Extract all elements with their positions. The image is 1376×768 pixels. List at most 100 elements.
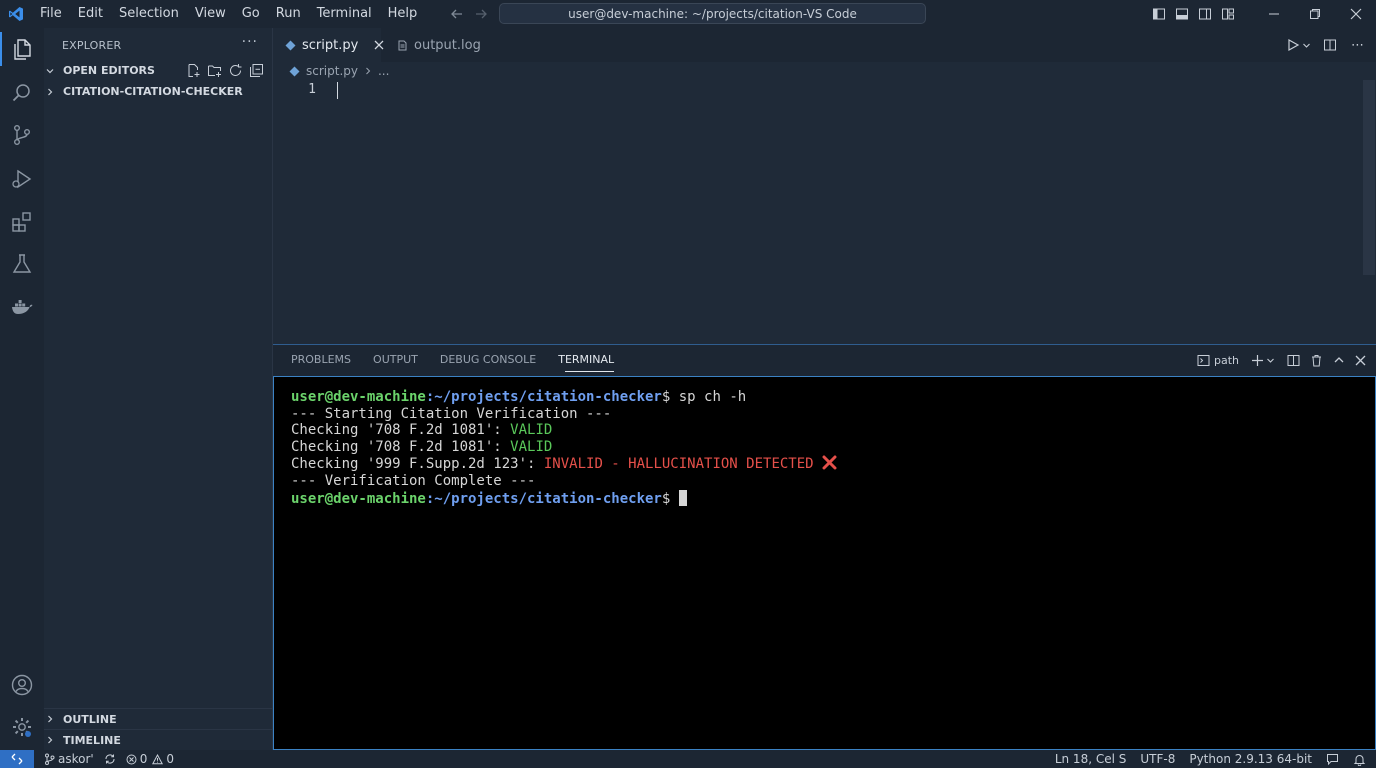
minimize-window-icon[interactable] [1253, 0, 1294, 28]
source-control-icon[interactable] [0, 114, 44, 156]
menu-file[interactable]: File [32, 0, 70, 28]
menu-run[interactable]: Run [268, 0, 309, 28]
line-number: 1 [308, 82, 316, 97]
tab-output-log[interactable]: output.log [381, 28, 491, 62]
cursor-position[interactable]: Ln 18, Cel S [1055, 752, 1127, 766]
python-interpreter[interactable]: Python 2.9.13 64-bit [1189, 752, 1312, 766]
encoding[interactable]: UTF-8 [1140, 752, 1175, 766]
close-window-icon[interactable] [1335, 0, 1376, 28]
back-arrow-icon[interactable] [450, 7, 464, 21]
close-panel-icon[interactable] [1355, 355, 1366, 366]
sync-status[interactable] [104, 753, 116, 765]
explorer-title: EXPLORER [62, 39, 122, 52]
chevron-down-icon[interactable] [1266, 356, 1275, 365]
code-editor[interactable]: 1 [273, 80, 1376, 344]
outline-section[interactable]: OUTLINE [44, 708, 272, 729]
branch-name: askor' [58, 752, 94, 766]
open-editors-label: OPEN EDITORS [63, 64, 155, 77]
testing-flask-icon[interactable] [0, 243, 44, 285]
notifications-bell-icon[interactable] [1353, 753, 1366, 766]
chevron-down-icon[interactable] [1302, 41, 1311, 50]
feedback-icon[interactable] [1326, 753, 1339, 766]
new-folder-icon[interactable] [207, 63, 222, 78]
forward-arrow-icon[interactable] [474, 7, 488, 21]
timeline-label: TIMELINE [63, 733, 121, 747]
search-icon[interactable] [0, 72, 44, 114]
git-branch-icon [44, 753, 55, 765]
restore-window-icon[interactable] [1294, 0, 1335, 28]
open-editors-section[interactable]: OPEN EDITORS [44, 60, 272, 81]
bottom-panel: PROBLEMS OUTPUT DEBUG CONSOLE TERMINAL p… [273, 344, 1376, 750]
menu-terminal[interactable]: Terminal [309, 0, 380, 28]
run-debug-icon[interactable] [0, 158, 44, 200]
menu-edit[interactable]: Edit [70, 0, 111, 28]
maximize-panel-icon[interactable] [1333, 354, 1345, 366]
text-cursor [337, 82, 338, 99]
terminal-cursor [678, 489, 687, 506]
terminal-line: user@dev-machine:~/projects/citation-che… [291, 489, 1375, 508]
warning-count: 0 [166, 752, 174, 766]
extensions-icon[interactable] [0, 201, 44, 243]
editor-scrollbar[interactable] [1363, 80, 1375, 275]
explorer-icon[interactable] [0, 28, 44, 70]
branch-status[interactable]: askor' [44, 752, 94, 766]
tab-label: script.py [302, 37, 359, 53]
command-center[interactable]: user@dev-machine: ~/projects/citation-VS… [499, 3, 926, 24]
cross-mark-icon [822, 455, 837, 470]
terminal-output[interactable]: user@dev-machine:~/projects/citation-che… [273, 376, 1376, 750]
menu-selection[interactable]: Selection [111, 0, 187, 28]
split-editor-icon[interactable] [1323, 38, 1337, 52]
navigation-arrows [450, 0, 488, 28]
terminal-line: Checking '708 F.2d 1081': VALID [291, 439, 1375, 456]
chevron-right-icon [45, 87, 63, 97]
new-terminal-icon[interactable] [1251, 354, 1264, 367]
toggle-primary-sidebar-icon[interactable] [1147, 0, 1170, 28]
chevron-right-icon [45, 735, 63, 745]
check-text: Checking '708 F.2d 1081': [291, 422, 511, 439]
problems-status[interactable]: 0 0 [126, 752, 174, 766]
customize-layout-icon[interactable] [1216, 0, 1239, 28]
status-valid: VALID [510, 438, 553, 455]
check-text: Checking '999 F.Supp.2d 123': [291, 456, 544, 473]
split-terminal-icon[interactable] [1287, 354, 1300, 367]
title-bar-controls [1147, 0, 1376, 28]
prompt-user: user@dev-machine [291, 490, 426, 507]
menu-go[interactable]: Go [234, 0, 268, 28]
sync-icon [104, 753, 116, 765]
timeline-section[interactable]: TIMELINE [44, 729, 272, 750]
explorer-more-actions-button[interactable]: ··· [242, 34, 258, 50]
panel-tabs: PROBLEMS OUTPUT DEBUG CONSOLE TERMINAL [273, 345, 625, 375]
accounts-icon[interactable] [0, 664, 44, 706]
trash-icon[interactable] [1310, 354, 1323, 367]
tab-output[interactable]: OUTPUT [362, 345, 429, 375]
new-file-icon[interactable] [186, 63, 201, 78]
remote-indicator-icon[interactable] [0, 750, 34, 768]
tab-problems[interactable]: PROBLEMS [273, 345, 362, 375]
folder-section[interactable]: CITATION-CITATION-CHECKER [44, 81, 272, 102]
tab-terminal[interactable]: TERMINAL [547, 345, 625, 375]
more-actions-icon[interactable]: ⋯ [1351, 38, 1364, 53]
chevron-right-icon [45, 714, 63, 724]
breadcrumb: script.py ... [273, 62, 1376, 80]
toggle-secondary-sidebar-icon[interactable] [1193, 0, 1216, 28]
toggle-panel-icon[interactable] [1170, 0, 1193, 28]
breadcrumb-file[interactable]: script.py [306, 64, 358, 78]
collapse-all-icon[interactable] [249, 63, 264, 78]
status-bar: askor' 0 0 Ln 18, Cel S UTF-8 Python 2.9… [0, 750, 1376, 768]
terminal-profile-icon[interactable] [1197, 354, 1210, 367]
terminal-profile-name[interactable]: path [1214, 354, 1239, 367]
error-icon [126, 754, 137, 765]
breadcrumb-symbol[interactable]: ... [378, 64, 389, 78]
run-python-file-icon[interactable] [1286, 38, 1300, 52]
refresh-icon[interactable] [228, 63, 243, 78]
python-file-icon [289, 66, 300, 77]
outline-label: OUTLINE [63, 712, 117, 726]
vscode-logo-icon[interactable] [0, 0, 32, 28]
menu-view[interactable]: View [187, 0, 234, 28]
tab-debug-console[interactable]: DEBUG CONSOLE [429, 345, 547, 375]
tab-script-py[interactable]: script.py [273, 28, 384, 62]
menu-help[interactable]: Help [380, 0, 426, 28]
manage-gear-icon[interactable] [0, 706, 44, 748]
docker-icon[interactable] [0, 286, 44, 328]
tab-label: output.log [414, 37, 481, 53]
